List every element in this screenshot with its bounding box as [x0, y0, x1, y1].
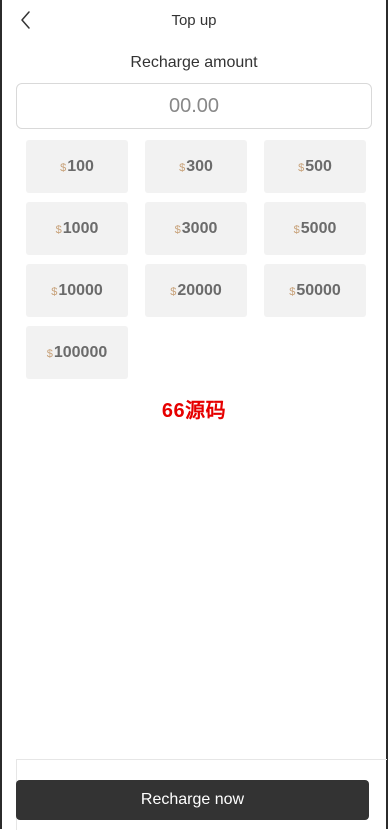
- amount-option[interactable]: $50000: [264, 264, 366, 317]
- amount-value: 100000: [53, 343, 108, 361]
- currency-symbol: $: [179, 162, 186, 174]
- recharge-amount-label: Recharge amount: [130, 54, 258, 71]
- amount-value: 300: [186, 157, 213, 175]
- currency-symbol: $: [174, 224, 181, 236]
- currency-symbol: $: [51, 286, 58, 298]
- amount-option[interactable]: $20000: [145, 264, 247, 317]
- amount-input[interactable]: [16, 83, 372, 129]
- amount-value: 10000: [58, 281, 103, 299]
- amount-option[interactable]: $300: [145, 140, 247, 193]
- amount-value: 20000: [177, 281, 222, 299]
- page-title: Top up: [171, 12, 217, 29]
- amount-option[interactable]: $100: [26, 140, 128, 193]
- header: Top up: [2, 0, 386, 42]
- app-frame: Top up Recharge amount $100$300$500$1000…: [0, 0, 388, 830]
- recharge-now-button[interactable]: Recharge now: [16, 780, 369, 820]
- amount-option[interactable]: $10000: [26, 264, 128, 317]
- watermark-text: 66源码: [161, 400, 227, 422]
- amount-option[interactable]: $100000: [26, 326, 128, 379]
- amount-value: 5000: [300, 219, 337, 237]
- currency-symbol: $: [60, 162, 67, 174]
- currency-symbol: $: [298, 162, 305, 174]
- amount-option[interactable]: $5000: [264, 202, 366, 255]
- currency-symbol: $: [293, 224, 300, 236]
- amount-value: 1000: [62, 219, 99, 237]
- currency-symbol: $: [55, 224, 62, 236]
- amount-value: 100: [67, 157, 94, 175]
- amount-value: 500: [305, 157, 332, 175]
- amount-value: 50000: [296, 281, 341, 299]
- currency-symbol: $: [170, 286, 177, 298]
- currency-symbol: $: [289, 286, 296, 298]
- amount-option[interactable]: $1000: [26, 202, 128, 255]
- amount-value: 3000: [181, 219, 218, 237]
- currency-symbol: $: [46, 348, 53, 360]
- amount-option[interactable]: $3000: [145, 202, 247, 255]
- amount-option[interactable]: $500: [264, 140, 366, 193]
- amount-options-grid: $100 $300 $500 $1000 $3000 $5000 $10000 $20000 $…: [26, 140, 367, 379]
